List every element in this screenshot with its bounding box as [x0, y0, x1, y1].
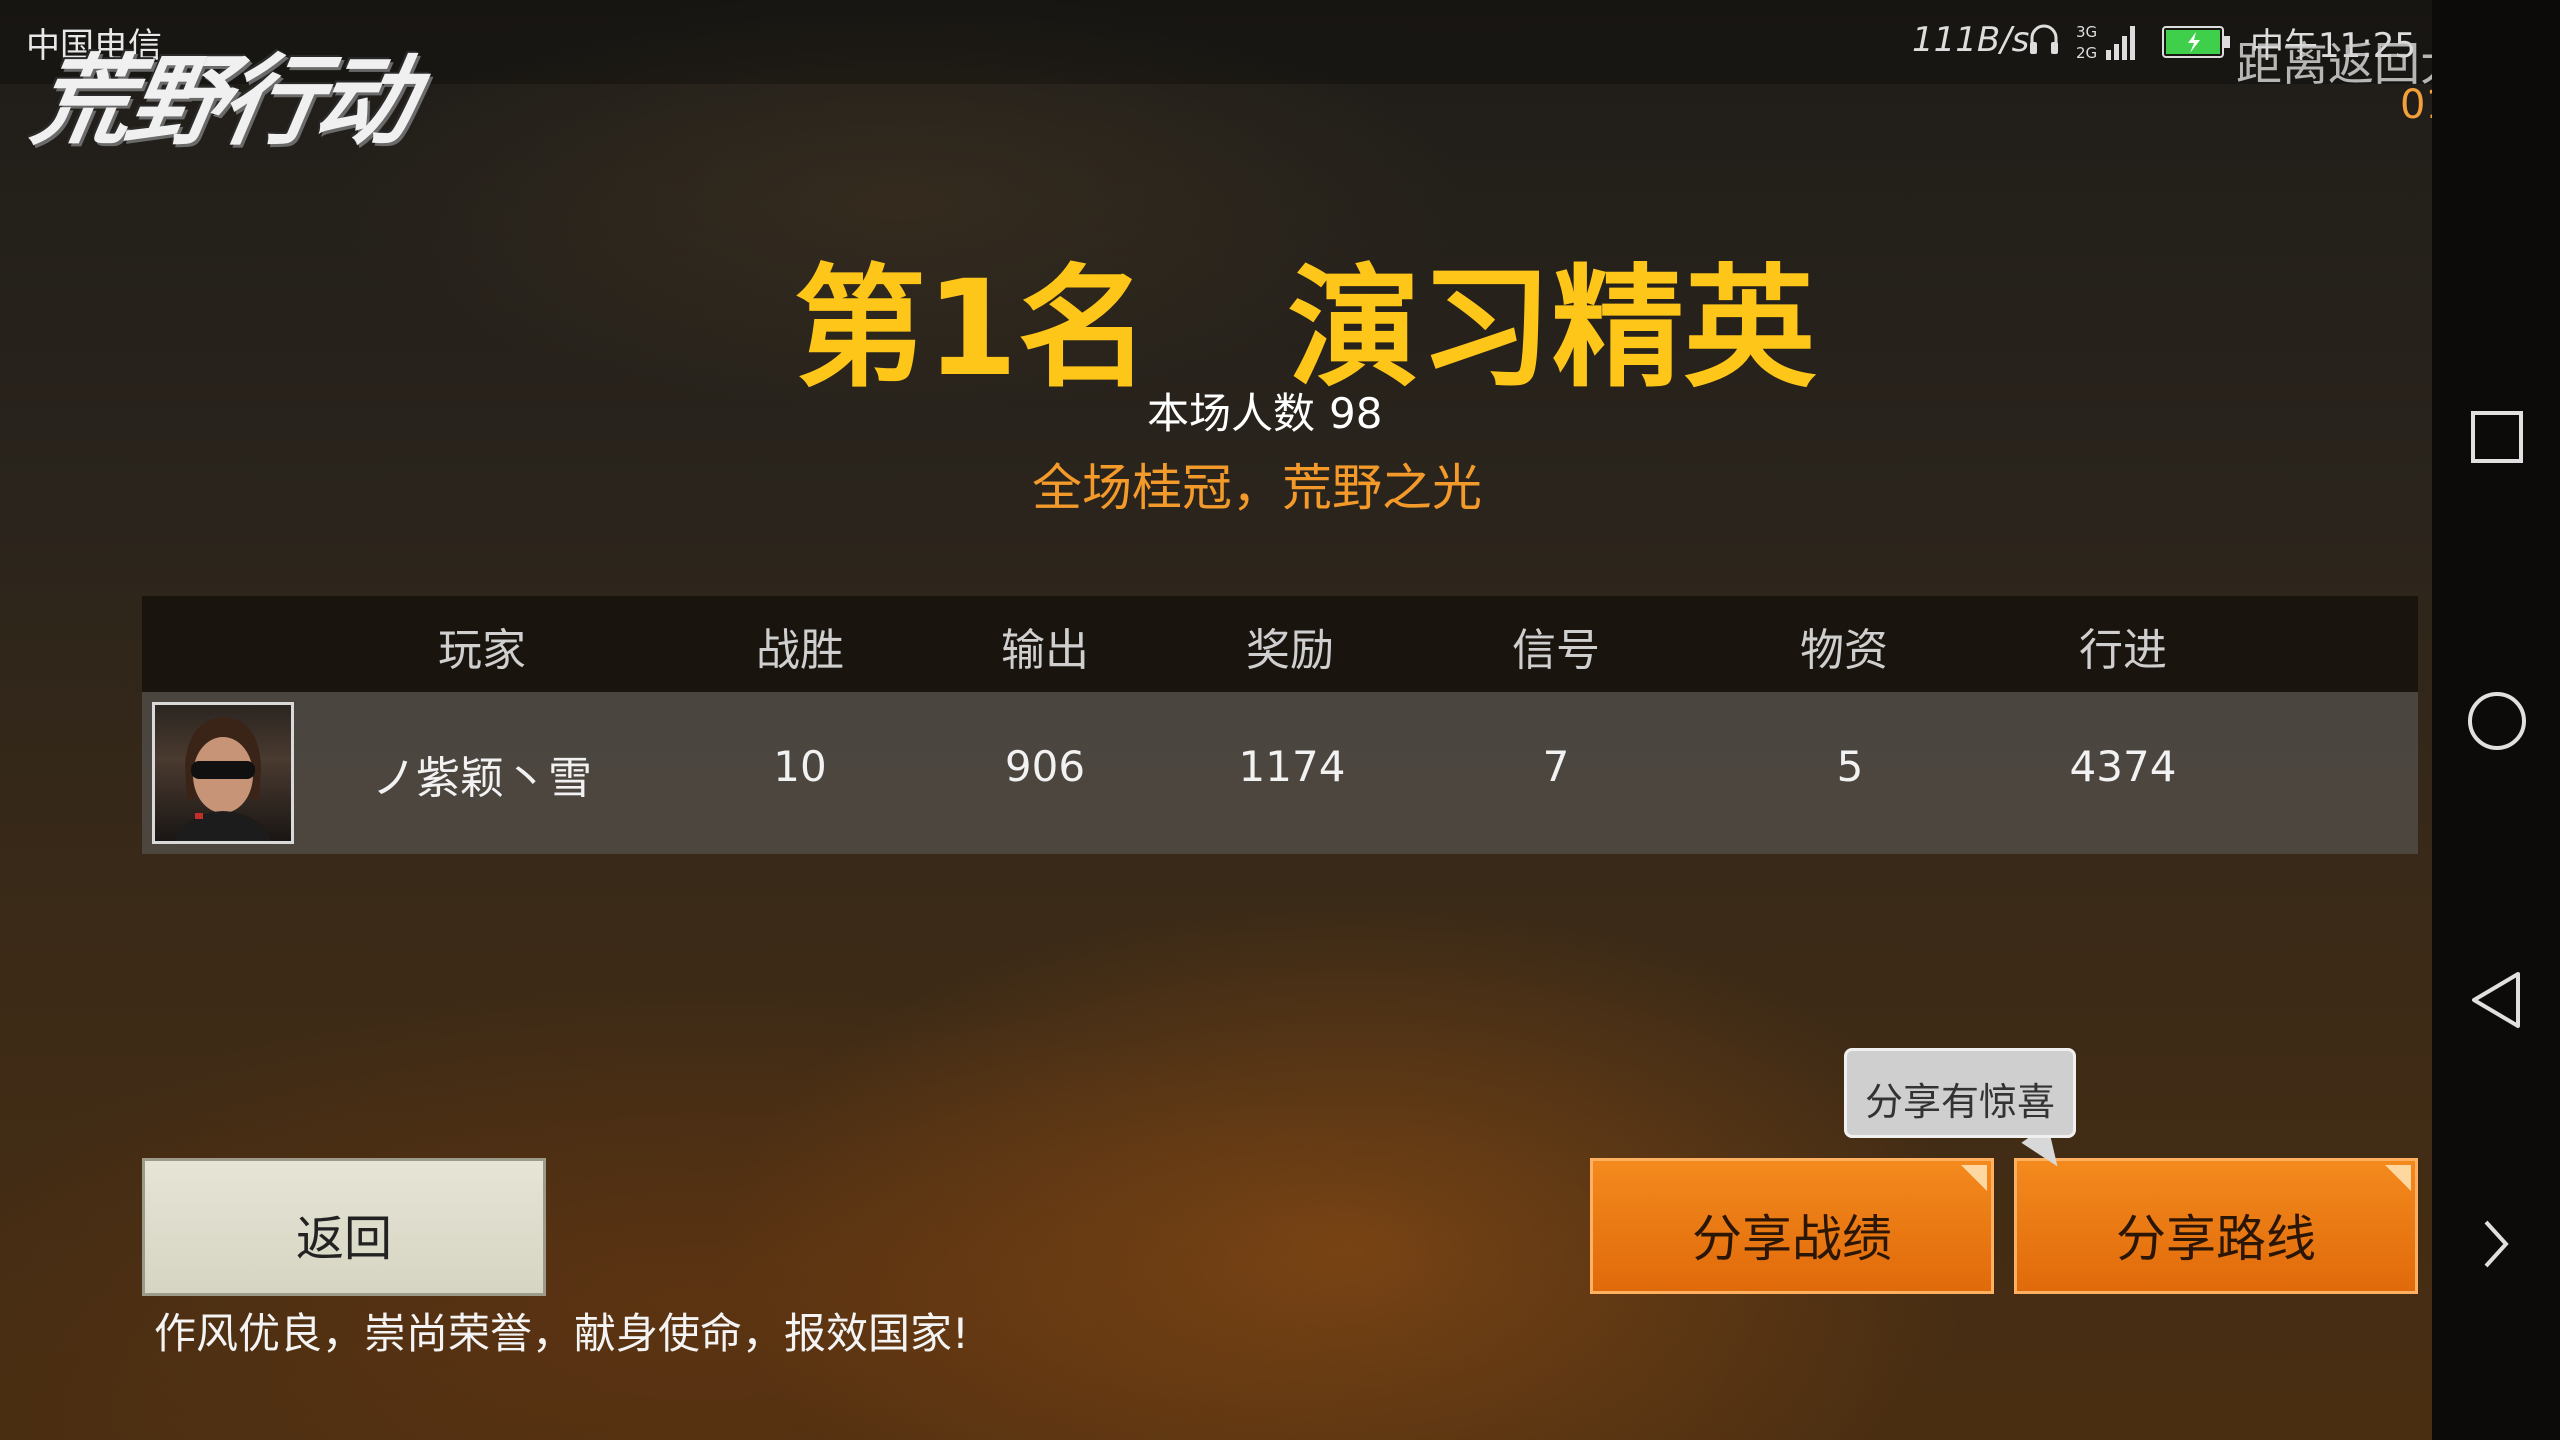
header-signal: 信号	[1512, 625, 1600, 676]
players-label: 本场人数	[1147, 389, 1316, 438]
game-logo: 荒野行动	[24, 45, 421, 159]
back-button-label: 返回	[295, 1211, 392, 1267]
battery-icon	[2162, 26, 2230, 58]
distance-value: 4374	[2069, 742, 2177, 791]
header-distance: 行进	[2079, 625, 2167, 676]
share-stats-button[interactable]: 分享战绩	[1590, 1158, 1994, 1294]
header-damage: 输出	[1001, 625, 1089, 676]
honor-text: 全场桂冠，荒野之光	[1032, 459, 1482, 517]
tooltip-text: 分享有惊喜	[1864, 1080, 2055, 1124]
back-button[interactable]: 返回	[142, 1158, 546, 1296]
table-row: ノ紫颖丶雪 10 906 1174 7 5 4374	[142, 692, 2418, 854]
svg-text:3G: 3G	[2076, 23, 2097, 41]
share-route-button[interactable]: 分享路线	[2014, 1158, 2418, 1294]
home-icon[interactable]	[2466, 690, 2528, 752]
header-reward: 奖励	[1246, 625, 1334, 676]
chevron-right-icon[interactable]	[2478, 1218, 2514, 1270]
avatar	[152, 702, 294, 844]
players-count-line: 本场人数 98	[1147, 380, 1382, 441]
damage-value: 906	[1004, 742, 1086, 791]
svg-text:2G: 2G	[2076, 44, 2097, 62]
header-kills: 战胜	[756, 625, 844, 676]
share-stats-label: 分享战绩	[1692, 1210, 1892, 1268]
motto-text: 作风优良，崇尚荣誉，献身使命，报效国家!	[154, 1309, 969, 1358]
recent-apps-icon[interactable]	[2470, 410, 2524, 464]
table-header: 玩家 战胜 输出 奖励 信号 物资 行进	[142, 596, 2418, 692]
player-name: ノ紫颖丶雪	[372, 753, 592, 804]
players-count: 98	[1329, 389, 1383, 438]
share-route-label: 分享路线	[2116, 1210, 2316, 1268]
corner-decoration	[2385, 1165, 2411, 1191]
corner-decoration	[1961, 1165, 1987, 1191]
headset-icon	[2030, 24, 2058, 54]
back-nav-icon[interactable]	[2468, 970, 2524, 1030]
avatar-portrait-icon	[175, 717, 271, 841]
header-supplies: 物资	[1800, 625, 1888, 676]
supplies-value: 5	[1836, 742, 1864, 791]
header-player: 玩家	[438, 625, 526, 676]
navigation-bar	[2432, 0, 2560, 1440]
reward-value: 1174	[1238, 742, 1346, 791]
kills-value: 10	[773, 742, 827, 791]
signal-icon: 3G 2G	[2076, 23, 2135, 62]
signal-value: 7	[1542, 742, 1570, 791]
network-speed: 111B/s	[1912, 20, 2030, 60]
share-tooltip: 分享有惊喜	[1844, 1048, 2076, 1138]
